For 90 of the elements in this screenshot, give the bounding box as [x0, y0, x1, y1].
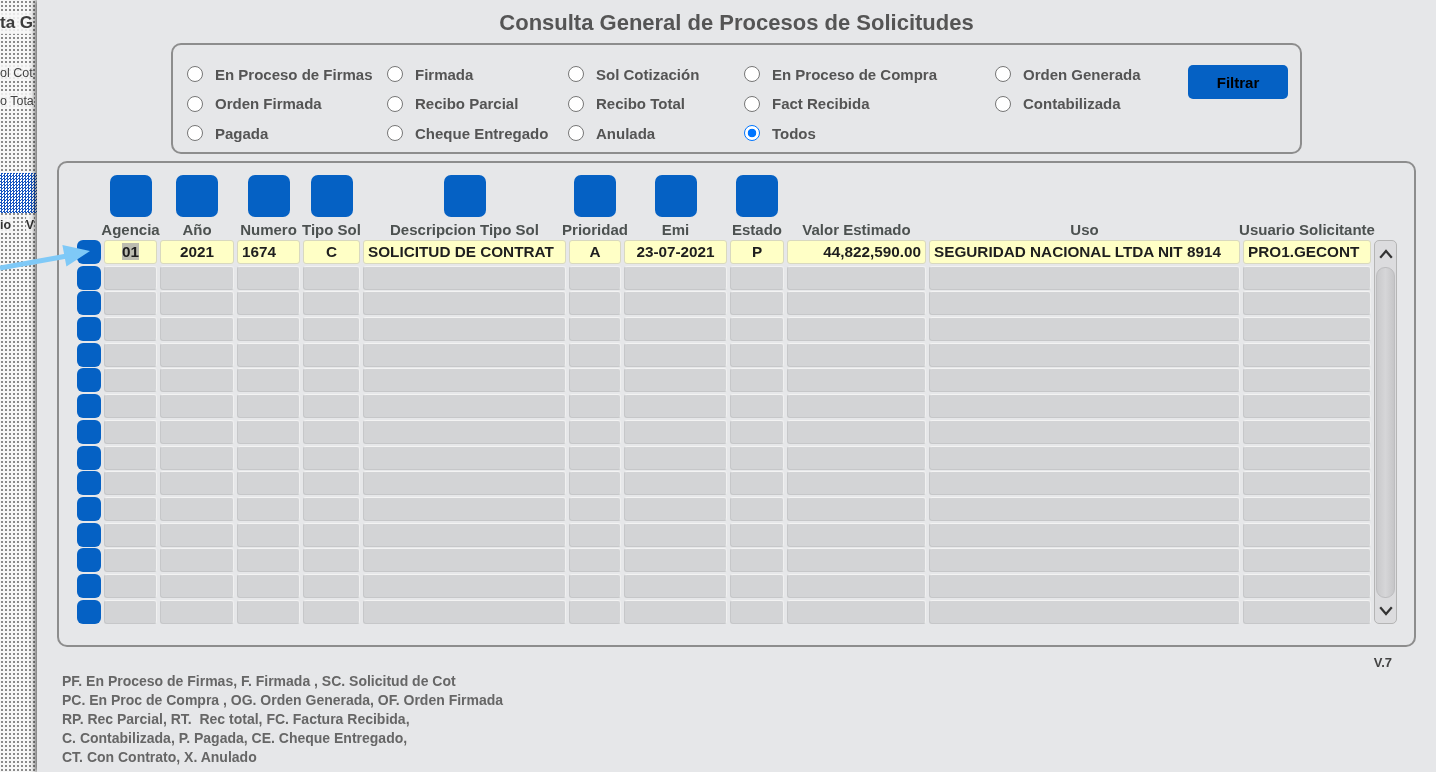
row-selector[interactable] [77, 265, 101, 290]
legend-text: PC. En Proc de Compra , OG. Orden Generada, OF. Orden Firmada [62, 691, 504, 710]
column-button[interactable] [654, 175, 697, 217]
column-header: V [25, 217, 34, 233]
legend-text: C. Contabilizada, P. Pagada, CE. Cheque Entregado, [62, 729, 408, 748]
radio-label[interactable]: Recibo Total [596, 95, 685, 112]
radio-label[interactable]: Recibo Parcial [415, 95, 519, 112]
window-title: Consulta General de Procesos de Solicitudes [499, 10, 974, 36]
radio-label[interactable]: Orden Generada [1023, 65, 1141, 83]
table-cell: 44,822,590.00 [787, 240, 926, 264]
button-strip [0, 173, 37, 213]
table-cell: A [569, 240, 621, 264]
column-header: Usuario Solicitante [1239, 220, 1375, 240]
legend-text: RP. Rec Parcial, RT. Rec total, FC. Factura Recibida, [62, 710, 410, 729]
column-button[interactable] [109, 175, 152, 217]
legend-text: CT. Con Contrato, X. Anulado [62, 748, 257, 767]
row-selector[interactable] [77, 368, 101, 393]
filter-button[interactable]: Filtrar [1188, 65, 1288, 99]
version-label: V.7 [1373, 655, 1392, 670]
column-header: Numero [240, 220, 297, 240]
radio-button[interactable] [568, 95, 584, 112]
scrollbar-thumb[interactable] [1376, 267, 1395, 598]
radio-label[interactable]: En Proceso de Firmas [215, 65, 373, 83]
radio-button[interactable] [387, 95, 403, 112]
row-selector[interactable] [77, 496, 101, 521]
table-cell: 01 [104, 240, 157, 264]
option-label: ol Cot [0, 65, 33, 81]
window-title: ta G [0, 12, 34, 34]
table-cell: 23-07-2021 [624, 240, 727, 264]
column-header: Uso [1070, 220, 1099, 240]
column-header: Tipo Sol [302, 220, 361, 240]
row-selector[interactable] [77, 342, 101, 367]
row-selector[interactable] [77, 599, 101, 624]
radio-button[interactable] [187, 66, 203, 82]
radio-label[interactable]: Fact Recibida [772, 95, 870, 112]
row-selector[interactable] [77, 445, 101, 470]
radio-label[interactable]: Cheque Entregado [415, 124, 549, 142]
column-button[interactable] [176, 175, 218, 217]
row-selector[interactable] [77, 291, 101, 316]
column-button[interactable] [310, 175, 353, 217]
column-header: Valor Estimado [802, 220, 911, 240]
radio-label[interactable]: En Proceso de Compra [772, 65, 938, 83]
radio-button[interactable] [744, 66, 760, 82]
row-selector[interactable] [77, 573, 101, 598]
radio-button[interactable] [995, 95, 1011, 112]
option-label: o Tota [0, 93, 34, 109]
column-button[interactable] [574, 175, 616, 217]
radio-button[interactable] [995, 66, 1011, 82]
table-cell: 2021 [160, 240, 234, 264]
radio-button[interactable] [387, 66, 403, 82]
radio-button[interactable] [744, 125, 760, 141]
radio-label[interactable]: Todos [772, 124, 816, 142]
table-cell: SEGURIDAD NACIONAL LTDA NIT 8914 [929, 240, 1240, 264]
table-cell: C [303, 240, 360, 264]
radio-label[interactable]: Firmada [415, 65, 474, 83]
radio-button[interactable] [387, 125, 403, 141]
column-button[interactable] [443, 175, 486, 217]
chevron-down-icon[interactable] [1378, 605, 1393, 616]
radio-button[interactable] [568, 125, 584, 141]
column-header: Emi [661, 220, 690, 240]
radio-label[interactable]: Sol Cotización [596, 65, 700, 83]
radio-label[interactable]: Orden Firmada [215, 95, 322, 112]
table-cell: SOLICITUD DE CONTRAT [363, 240, 566, 264]
row-selector[interactable] [77, 317, 101, 342]
column-header: Descripcion Tipo Sol [390, 220, 539, 240]
legend-text: PF. En Proceso de Firmas, F. Firmada , SC. Solicitud de Cot [62, 672, 456, 691]
radio-button[interactable] [187, 125, 203, 141]
row-selector[interactable] [77, 548, 101, 573]
column-header: Agencia [101, 220, 160, 240]
table-cell: PRO1.GECONT [1243, 240, 1371, 264]
row-selector[interactable] [77, 471, 101, 496]
table-cell: 1674 [237, 240, 300, 264]
radio-label[interactable]: Pagada [215, 124, 269, 142]
column-header: io [0, 217, 12, 233]
table-cell: P [730, 240, 784, 264]
radio-button[interactable] [744, 95, 760, 112]
row-selector[interactable] [77, 419, 101, 444]
chevron-up-icon[interactable] [1378, 249, 1393, 259]
column-header: Año [182, 220, 212, 240]
column-header: Estado [732, 220, 782, 240]
radio-button[interactable] [187, 95, 203, 112]
column-button[interactable] [736, 175, 778, 217]
column-button[interactable] [247, 175, 290, 217]
radio-label[interactable]: Anulada [596, 124, 656, 142]
radio-button[interactable] [568, 66, 584, 82]
radio-label[interactable]: Contabilizada [1023, 95, 1121, 112]
row-selector[interactable] [77, 394, 101, 419]
scrollbar[interactable] [1374, 240, 1397, 624]
column-header: Prioridad [562, 220, 628, 240]
row-selector[interactable] [77, 522, 101, 547]
